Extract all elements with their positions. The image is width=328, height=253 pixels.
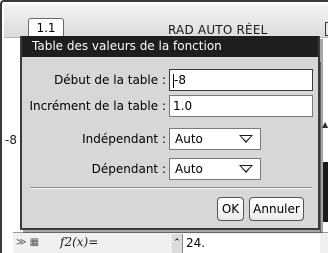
page-tab[interactable]: 1.1	[28, 18, 64, 37]
function-entry-label: f2(x)=	[60, 235, 99, 249]
table-start-input[interactable]: -8	[169, 69, 313, 91]
independent-label: Indépendant :	[82, 132, 166, 146]
table-step-label: Incrément de la table :	[29, 99, 166, 113]
independent-select[interactable]: Auto	[169, 128, 261, 150]
table-start-value: -8	[174, 73, 186, 87]
dropdown-arrow-icon[interactable]	[239, 135, 253, 143]
dependent-select[interactable]: Auto	[169, 158, 261, 180]
independent-selected-value: Auto	[175, 132, 203, 146]
background-table-cell	[323, 162, 328, 222]
table-settings-dialog: Table des valeurs de la fonction Début d…	[20, 36, 320, 230]
cancel-button[interactable]: Annuler	[249, 197, 304, 221]
function-entry-value: 24.	[186, 236, 206, 250]
entry-tools-icon[interactable]: ≫ ▦	[16, 237, 39, 248]
dependent-selected-value: Auto	[175, 162, 203, 176]
dialog-divider	[30, 187, 312, 189]
ok-button[interactable]: OK	[217, 197, 244, 221]
table-step-input[interactable]: 1.0	[169, 95, 313, 117]
dialog-title: Table des valeurs de la fonction	[22, 36, 318, 57]
mode-indicator: RAD AUTO RÉEL	[168, 23, 268, 37]
dropdown-arrow-icon[interactable]	[239, 165, 253, 173]
scroll-up-icon: ▲	[322, 120, 328, 129]
table-step-value: 1.0	[173, 99, 193, 113]
background-axis-value: -8	[5, 133, 17, 147]
chevron-up-icon[interactable]: ⌃	[172, 234, 183, 253]
table-start-label: Début de la table :	[54, 73, 166, 87]
document-toolbar: 1.1 RAD AUTO RÉEL	[4, 4, 328, 38]
background-table-edge: ▲	[320, 62, 328, 253]
dependent-label: Dépendant :	[91, 162, 166, 176]
